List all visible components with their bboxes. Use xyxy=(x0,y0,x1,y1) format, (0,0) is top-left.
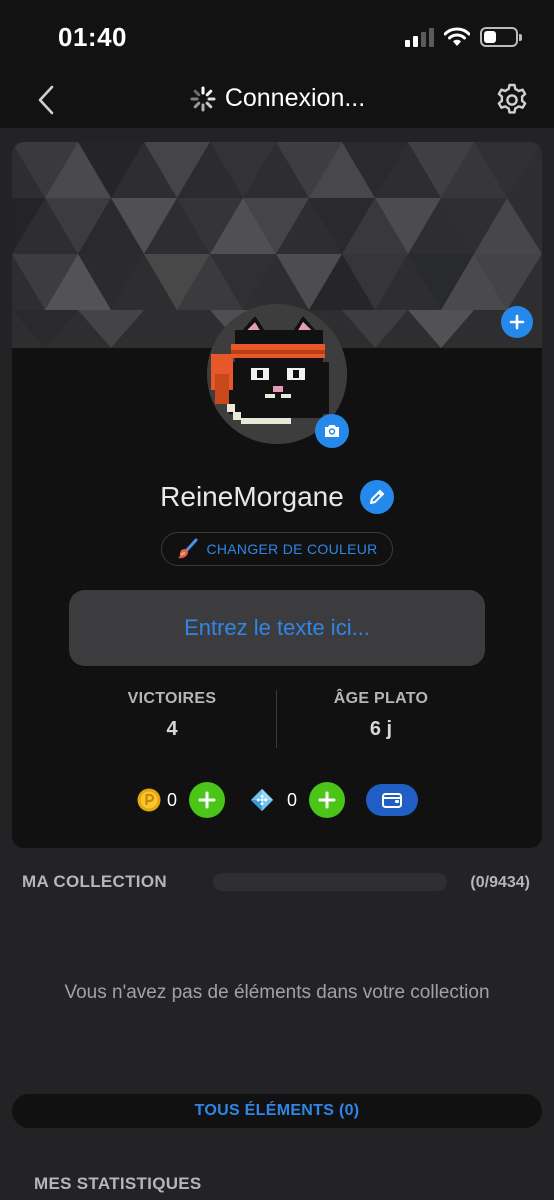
gems-value: 0 xyxy=(287,790,298,810)
collection-count: (0/9434) xyxy=(470,874,530,891)
stat-label: VICTOIRES xyxy=(127,690,217,707)
nav-bar: Connexion... xyxy=(0,72,554,128)
edit-username-button[interactable] xyxy=(359,480,394,514)
coin-icon xyxy=(137,788,161,812)
coins-value: 0 xyxy=(167,790,178,810)
change-color-label: CHANGER DE COULEUR xyxy=(206,541,378,557)
cellular-signal-icon xyxy=(405,27,434,47)
username: ReineMorgane xyxy=(160,481,344,512)
battery-icon xyxy=(480,27,522,47)
wallet-icon xyxy=(382,793,402,808)
dice-gem-icon xyxy=(250,788,274,812)
all-items-label: TOUS ÉLÉMENTS (0) xyxy=(194,1102,360,1119)
profile-stats: VICTOIRES 4 ÂGE PLATO 6 j xyxy=(12,690,542,748)
banner-add-button[interactable] xyxy=(501,306,533,338)
stat-plato-age: ÂGE PLATO 6 j xyxy=(281,690,481,741)
loading-spinner-icon xyxy=(190,86,216,111)
collection-title: MA COLLECTION xyxy=(22,872,167,891)
currency-row: 0 0 xyxy=(12,782,542,818)
change-color-button[interactable]: CHANGER DE COULEUR xyxy=(161,532,393,566)
camera-icon xyxy=(325,425,339,437)
settings-button[interactable] xyxy=(494,82,530,118)
stat-label: ÂGE PLATO xyxy=(333,690,429,707)
bio-input[interactable] xyxy=(69,590,485,666)
status-bar: 01:40 xyxy=(0,0,554,72)
profile-card: ReineMorgane CHANGER DE COULEUR VICTOIRE… xyxy=(12,142,542,848)
plus-icon xyxy=(509,314,525,330)
all-items-button[interactable]: TOUS ÉLÉMENTS (0) xyxy=(12,1094,542,1128)
stats-divider xyxy=(276,690,277,748)
nav-title-group: Connexion... xyxy=(0,84,554,113)
collection-progress-bar xyxy=(213,873,447,891)
paintbrush-icon xyxy=(178,538,198,559)
add-coins-button[interactable] xyxy=(189,782,225,818)
status-time: 01:40 xyxy=(58,22,127,52)
status-icons xyxy=(405,24,522,50)
wallet-button[interactable] xyxy=(366,784,418,816)
avatar-container xyxy=(207,304,349,448)
username-row: ReineMorgane xyxy=(12,480,542,514)
pencil-icon xyxy=(369,490,384,504)
page-title: Connexion... xyxy=(224,84,366,112)
stat-value: 4 xyxy=(166,718,178,740)
collection-empty-message: Vous n'avez pas de éléments dans votre c… xyxy=(64,982,490,1003)
statistics-section-title: MES STATISTIQUES xyxy=(34,1174,202,1193)
plus-icon xyxy=(318,791,336,809)
stat-value: 6 j xyxy=(369,718,393,740)
plus-icon xyxy=(198,791,216,809)
wifi-icon xyxy=(444,27,470,46)
change-avatar-button[interactable] xyxy=(315,414,349,448)
add-gems-button[interactable] xyxy=(309,782,345,818)
gear-icon xyxy=(497,83,527,114)
stat-victories: VICTOIRES 4 xyxy=(72,690,272,741)
